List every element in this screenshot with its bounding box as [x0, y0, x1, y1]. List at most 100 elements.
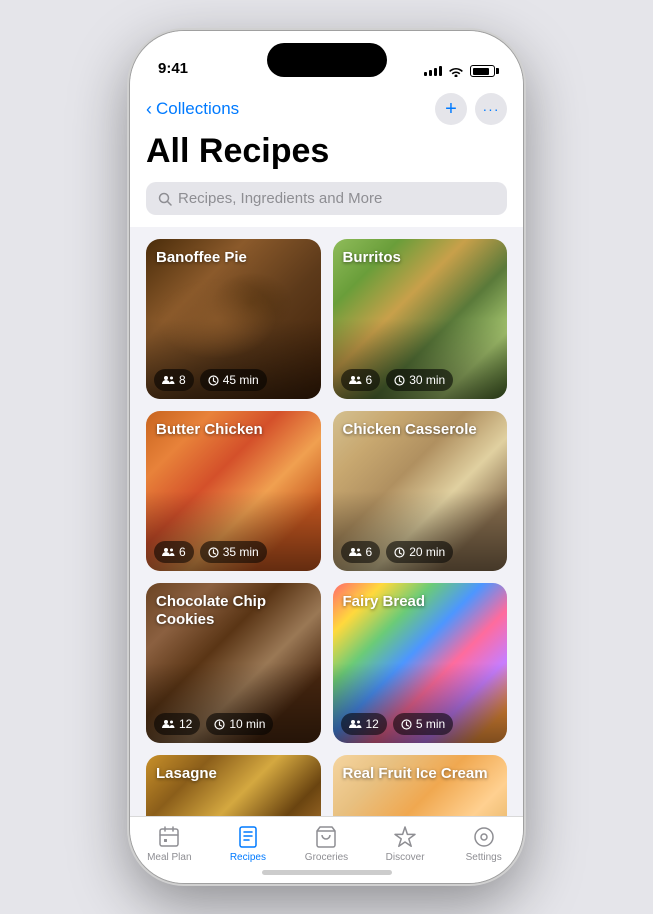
tab-recipes-label: Recipes — [230, 852, 266, 863]
recipe-card-burritos[interactable]: Burritos 6 — [333, 239, 508, 399]
recipe-card-fairy-bread[interactable]: Fairy Bread 12 — [333, 583, 508, 743]
recipe-card-lasagne[interactable]: Lasagne 6 — [146, 755, 321, 816]
card-title-chocolate-chip-cookies: Chocolate Chip Cookies — [156, 593, 311, 629]
time-label-burritos: 30 min — [409, 373, 445, 387]
meta-time-chocolate-chip-cookies: 10 min — [206, 713, 273, 735]
signal-bar-3 — [434, 68, 437, 76]
meal-plan-icon — [157, 825, 181, 849]
servings-label-butter-chicken: 6 — [179, 545, 186, 559]
servings-label-fairy-bread: 12 — [366, 717, 379, 731]
meta-servings-chocolate-chip-cookies: 12 — [154, 713, 200, 735]
meta-servings-butter-chicken: 6 — [154, 541, 194, 563]
back-button[interactable]: ‹ Collections — [146, 99, 239, 120]
time-label-fairy-bread: 5 min — [416, 717, 445, 731]
card-meta-butter-chicken: 6 35 min — [154, 541, 267, 563]
card-meta-fairy-bread: 12 5 min — [341, 713, 454, 735]
clock-icon — [394, 375, 405, 386]
card-meta-chicken-casserole: 6 20 min — [341, 541, 454, 563]
recipe-card-chocolate-chip-cookies[interactable]: Chocolate Chip Cookies 12 — [146, 583, 321, 743]
scroll-content[interactable]: Banoffee Pie 8 — [130, 227, 523, 816]
screen: 9:41 ‹ — [130, 31, 523, 883]
recipe-card-banoffee-pie[interactable]: Banoffee Pie 8 — [146, 239, 321, 399]
recipe-card-real-fruit-ice-cream[interactable]: Real Fruit Ice Cream 4 — [333, 755, 508, 816]
time-label-chocolate-chip-cookies: 10 min — [229, 717, 265, 731]
card-meta-chocolate-chip-cookies: 12 10 min — [154, 713, 273, 735]
recipes-icon — [236, 825, 260, 849]
tab-groceries-label: Groceries — [305, 852, 348, 863]
tab-groceries[interactable]: Groceries — [296, 825, 356, 863]
tab-recipes[interactable]: Recipes — [218, 825, 278, 863]
people-icon — [162, 719, 175, 729]
signal-bars — [424, 66, 442, 76]
time-label-chicken-casserole: 20 min — [409, 545, 445, 559]
people-icon — [162, 375, 175, 385]
settings-icon — [472, 825, 496, 849]
battery-icon — [470, 65, 495, 77]
recipe-card-chicken-casserole[interactable]: Chicken Casserole 6 — [333, 411, 508, 571]
search-placeholder: Recipes, Ingredients and More — [178, 190, 382, 207]
tab-settings[interactable]: Settings — [454, 825, 514, 863]
servings-label-burritos: 6 — [366, 373, 373, 387]
card-overlay — [146, 239, 321, 399]
signal-bar-2 — [429, 70, 432, 76]
people-icon — [162, 547, 175, 557]
back-label: Collections — [156, 99, 239, 119]
tab-meal-plan-label: Meal Plan — [147, 852, 191, 863]
servings-label-banoffee: 8 — [179, 373, 186, 387]
card-title-banoffee: Banoffee Pie — [156, 249, 311, 267]
home-indicator — [262, 870, 392, 875]
meta-time-chicken-casserole: 20 min — [386, 541, 453, 563]
discover-icon — [393, 825, 417, 849]
signal-bar-1 — [424, 72, 427, 76]
dynamic-island — [267, 43, 387, 77]
card-title-lasagne: Lasagne — [156, 765, 311, 783]
more-button[interactable]: ··· — [475, 93, 507, 125]
card-meta-banoffee: 8 45 min — [154, 369, 267, 391]
servings-label-chocolate-chip-cookies: 12 — [179, 717, 192, 731]
card-title-chicken-casserole: Chicken Casserole — [343, 421, 498, 439]
people-icon — [349, 375, 362, 385]
card-title-fairy-bread: Fairy Bread — [343, 593, 498, 611]
people-icon — [349, 719, 362, 729]
clock-icon — [208, 547, 219, 558]
tab-meal-plan[interactable]: Meal Plan — [139, 825, 199, 863]
search-bar[interactable]: Recipes, Ingredients and More — [146, 182, 507, 215]
meta-time-fairy-bread: 5 min — [393, 713, 453, 735]
card-meta-burritos: 6 30 min — [341, 369, 454, 391]
recipe-grid: Banoffee Pie 8 — [146, 239, 507, 816]
card-title-butter-chicken: Butter Chicken — [156, 421, 311, 439]
meta-servings-banoffee: 8 — [154, 369, 194, 391]
status-icons — [424, 65, 495, 77]
phone-frame: 9:41 ‹ — [130, 31, 523, 883]
meta-time-banoffee: 45 min — [200, 369, 267, 391]
search-icon — [158, 192, 172, 206]
clock-icon — [394, 547, 405, 558]
status-time: 9:41 — [158, 60, 188, 77]
clock-icon — [208, 375, 219, 386]
card-title-real-fruit-ice-cream: Real Fruit Ice Cream — [343, 765, 498, 783]
wifi-icon — [448, 65, 464, 77]
time-label-butter-chicken: 35 min — [223, 545, 259, 559]
signal-bar-4 — [439, 66, 442, 76]
meta-time-burritos: 30 min — [386, 369, 453, 391]
meta-servings-fairy-bread: 12 — [341, 713, 387, 735]
meta-servings-burritos: 6 — [341, 369, 381, 391]
tab-settings-label: Settings — [466, 852, 502, 863]
nav-bar: ‹ Collections + ··· — [130, 85, 523, 129]
nav-actions: + ··· — [435, 93, 507, 125]
add-button[interactable]: + — [435, 93, 467, 125]
battery-fill — [473, 68, 489, 75]
meta-time-butter-chicken: 35 min — [200, 541, 267, 563]
tab-discover-label: Discover — [386, 852, 425, 863]
groceries-icon — [314, 825, 338, 849]
card-title-burritos: Burritos — [343, 249, 498, 267]
clock-icon — [214, 719, 225, 730]
tab-discover[interactable]: Discover — [375, 825, 435, 863]
search-container: Recipes, Ingredients and More — [130, 182, 523, 227]
back-chevron-icon: ‹ — [146, 99, 152, 120]
page-header: All Recipes — [130, 129, 523, 182]
clock-icon — [401, 719, 412, 730]
page-title: All Recipes — [146, 133, 507, 170]
time-label-banoffee: 45 min — [223, 373, 259, 387]
recipe-card-butter-chicken[interactable]: Butter Chicken 6 — [146, 411, 321, 571]
